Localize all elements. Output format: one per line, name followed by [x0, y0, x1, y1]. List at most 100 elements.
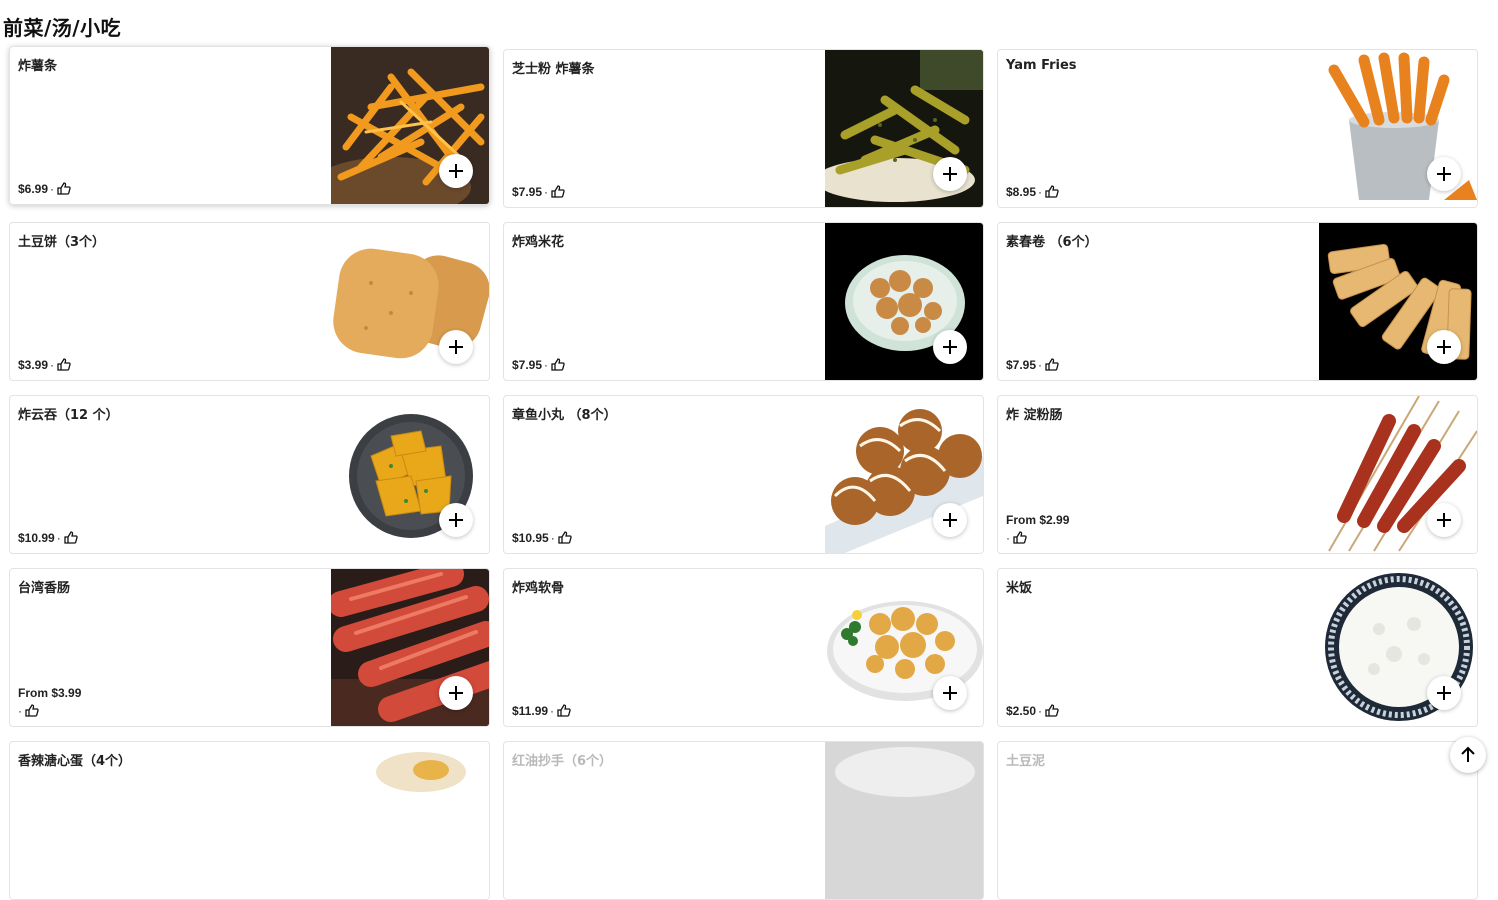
item-name: 红油抄手（6个） — [512, 754, 613, 769]
menu-item-card[interactable]: 炸鸡软骨 $11.99 · — [503, 568, 984, 727]
thumbs-up-icon[interactable] — [64, 531, 78, 544]
plus-icon — [1437, 167, 1451, 181]
item-price: $3.99 — [18, 358, 49, 372]
add-to-cart-button[interactable] — [439, 676, 473, 710]
menu-item-card[interactable]: 土豆泥 — [997, 741, 1478, 900]
menu-item-card[interactable]: 炸云吞（12 个） $10.99 · — [9, 395, 490, 554]
thumbs-up-icon[interactable] — [1045, 704, 1059, 717]
menu-item-card[interactable]: 红油抄手（6个） — [503, 741, 984, 900]
item-meta: $7.95 · — [1006, 356, 1059, 374]
plus-icon — [943, 167, 957, 181]
item-price: $10.99 — [18, 531, 55, 545]
taiwan-sausage-photo — [331, 569, 489, 726]
item-name: 炸鸡软骨 — [512, 581, 565, 596]
item-meta: $10.95 · — [512, 529, 572, 547]
menu-item-card[interactable]: 素春卷 （6个） $7.95 · — [997, 222, 1478, 381]
fries-photo — [331, 47, 489, 204]
takoyaki-photo — [825, 396, 983, 553]
item-meta: $3.99 · — [18, 356, 71, 374]
add-to-cart-button[interactable] — [439, 330, 473, 364]
item-name: 炸鸡米花 — [512, 235, 565, 250]
item-meta: From $3.99 · — [18, 686, 82, 718]
add-to-cart-button[interactable] — [1427, 330, 1461, 364]
item-name: 米饭 — [1006, 581, 1033, 596]
item-name: Yam Fries — [1006, 58, 1077, 73]
add-to-cart-button[interactable] — [1427, 676, 1461, 710]
item-price: $8.95 — [1006, 185, 1037, 199]
item-name: 土豆泥 — [1006, 754, 1046, 769]
chicken-cartilage-photo — [825, 569, 983, 726]
menu-item-card[interactable]: Yam Fries $8.95 · — [997, 49, 1478, 208]
section-title: 前菜/汤/小吃 — [3, 16, 122, 40]
add-to-cart-button[interactable] — [933, 503, 967, 537]
rice-photo — [1319, 569, 1477, 726]
hash-brown-photo — [331, 223, 489, 380]
spring-roll-photo — [1319, 223, 1477, 380]
thumbs-up-icon[interactable] — [557, 704, 571, 717]
item-price: $11.99 — [512, 704, 549, 718]
item-price: $2.50 — [1006, 704, 1037, 718]
item-meta: $6.99 · — [18, 180, 71, 198]
plus-icon — [943, 340, 957, 354]
thumbs-up-icon[interactable] — [1013, 531, 1027, 544]
wonton-photo — [331, 396, 489, 553]
item-meta: $11.99 · — [512, 702, 571, 720]
item-meta: From $2.99 · — [1006, 513, 1070, 545]
add-to-cart-button[interactable] — [439, 154, 473, 188]
menu-item-card[interactable]: 炸 淀粉肠 From $2.99 · — [997, 395, 1478, 554]
thumbs-up-icon[interactable] — [25, 704, 39, 717]
thumbs-up-icon[interactable] — [1045, 185, 1059, 198]
thumbs-up-icon[interactable] — [551, 185, 565, 198]
item-name: 香辣溏心蛋（4个） — [18, 754, 132, 769]
item-name: 章鱼小丸 （8个） — [512, 408, 617, 423]
item-meta: $7.95 · — [512, 356, 565, 374]
add-to-cart-button[interactable] — [1427, 503, 1461, 537]
menu-item-card[interactable]: 芝士粉 炸薯条 $7.95 · — [503, 49, 984, 208]
plus-icon — [943, 513, 957, 527]
item-name: 台湾香肠 — [18, 581, 71, 596]
menu-item-card[interactable]: 炸薯条 $6.99 · — [9, 46, 490, 205]
thumbs-up-icon[interactable] — [57, 182, 71, 195]
item-meta: $7.95 · — [512, 183, 565, 201]
item-name: 炸 淀粉肠 — [1006, 408, 1063, 423]
scroll-to-top-button[interactable] — [1450, 737, 1486, 773]
item-name: 炸云吞（12 个） — [18, 408, 119, 423]
item-meta: $10.99 · — [18, 529, 78, 547]
plus-icon — [449, 513, 463, 527]
plus-icon — [449, 686, 463, 700]
menu-grid: 炸薯条 $6.99 · 芝士粉 炸薯条 $7.95 · Yam Fries $8.9… — [9, 46, 1478, 900]
menu-item-card[interactable]: 台湾香肠 From $3.99 · — [9, 568, 490, 727]
plus-icon — [449, 340, 463, 354]
add-to-cart-button[interactable] — [933, 676, 967, 710]
plus-icon — [449, 164, 463, 178]
yam-fries-photo — [1319, 50, 1477, 207]
item-meta: $2.50 · — [1006, 702, 1059, 720]
item-price: From $3.99 — [18, 686, 82, 700]
item-price: $6.99 — [18, 182, 49, 196]
thumbs-up-icon[interactable] — [1045, 358, 1059, 371]
add-to-cart-button[interactable] — [1427, 157, 1461, 191]
item-price: $7.95 — [512, 185, 543, 199]
menu-item-card[interactable]: 土豆饼（3个） $3.99 · — [9, 222, 490, 381]
cheese-fries-photo — [825, 50, 983, 207]
add-to-cart-button[interactable] — [933, 330, 967, 364]
item-name: 芝士粉 炸薯条 — [512, 62, 595, 77]
add-to-cart-button[interactable] — [439, 503, 473, 537]
plus-icon — [1437, 340, 1451, 354]
item-price: $10.95 — [512, 531, 549, 545]
add-to-cart-button[interactable] — [933, 157, 967, 191]
thumbs-up-icon[interactable] — [551, 358, 565, 371]
item-meta: $8.95 · — [1006, 183, 1059, 201]
menu-item-card[interactable]: 香辣溏心蛋（4个） — [9, 741, 490, 900]
thumbs-up-icon[interactable] — [57, 358, 71, 371]
menu-item-card[interactable]: 章鱼小丸 （8个） $10.95 · — [503, 395, 984, 554]
plus-icon — [943, 686, 957, 700]
plus-icon — [1437, 686, 1451, 700]
item-name: 素春卷 （6个） — [1006, 235, 1098, 250]
item-price: From $2.99 — [1006, 513, 1070, 527]
item-name: 土豆饼（3个） — [18, 235, 106, 250]
menu-item-card[interactable]: 炸鸡米花 $7.95 · — [503, 222, 984, 381]
menu-item-card[interactable]: 米饭 $2.50 · — [997, 568, 1478, 727]
popcorn-chicken-photo — [825, 223, 983, 380]
thumbs-up-icon[interactable] — [558, 531, 572, 544]
